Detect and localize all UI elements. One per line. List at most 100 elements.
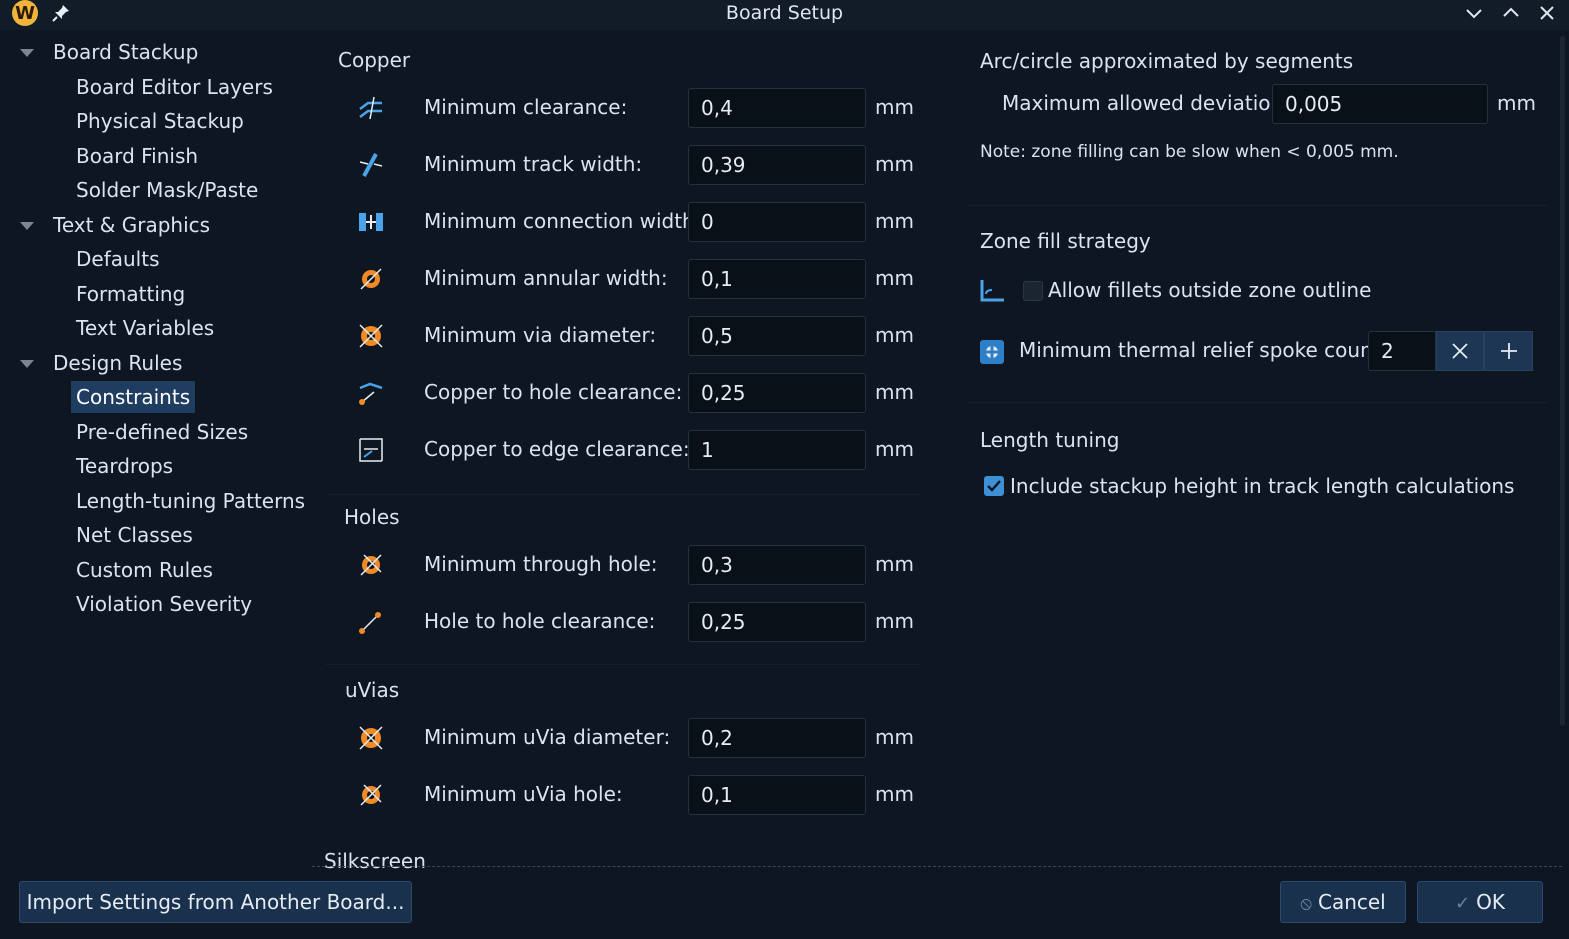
via-diameter-icon: [359, 324, 383, 348]
min-uvia-diameter-input[interactable]: 0,2: [688, 718, 866, 758]
spoke-increment-button[interactable]: [1484, 331, 1533, 371]
max-deviation-label: Maximum allowed deviation:: [1002, 91, 1290, 115]
clearance-icon: [359, 96, 382, 120]
tree-item-defaults[interactable]: Defaults: [76, 243, 160, 275]
window-title: Board Setup: [725, 2, 844, 24]
chevron-down-icon[interactable]: [20, 360, 34, 368]
cancel-button[interactable]: ⦸ Cancel: [1280, 881, 1406, 923]
min-uvia-diameter-unit: mm: [875, 725, 914, 749]
edge-clearance-icon: [359, 438, 383, 462]
tree-item-board-editor-layers[interactable]: Board Editor Layers: [76, 71, 273, 103]
close-x-icon: [1452, 343, 1468, 359]
tree-item-solder-mask-paste[interactable]: Solder Mask/Paste: [76, 174, 258, 206]
tree-item-design-rules[interactable]: Design Rules: [53, 347, 182, 379]
spoke-count-input[interactable]: 2: [1368, 331, 1436, 371]
stackup-height-checkbox[interactable]: [984, 476, 1004, 496]
tree-item-length-tuning-patterns[interactable]: Length-tuning Patterns: [76, 485, 305, 517]
tree-item-predefined-sizes[interactable]: Pre-defined Sizes: [76, 416, 248, 448]
tree-item-text-graphics[interactable]: Text & Graphics: [53, 209, 210, 241]
min-connection-width-input[interactable]: 0: [688, 202, 866, 242]
copper-edge-clearance-input[interactable]: 1: [688, 430, 866, 470]
cancel-label: Cancel: [1317, 890, 1386, 914]
arc-section-title: Arc/circle approximated by segments: [980, 49, 1354, 73]
copper-hole-clearance-icon: [359, 382, 383, 405]
min-via-diameter-label: Minimum via diameter:: [424, 323, 657, 347]
tree-item-physical-stackup[interactable]: Physical Stackup: [76, 105, 244, 137]
hole-to-hole-icon: [359, 612, 381, 634]
hole-to-hole-input[interactable]: 0,25: [688, 602, 866, 642]
settings-tree: Board Stackup Board Editor Layers Physic…: [8, 36, 308, 866]
tree-item-violation-severity[interactable]: Violation Severity: [76, 588, 252, 620]
min-through-hole-unit: mm: [875, 552, 914, 576]
zone-fill-note: Note: zone filling can be slow when < 0,…: [980, 142, 1399, 162]
ok-button[interactable]: ✓ OK: [1417, 881, 1543, 923]
allow-fillets-checkbox[interactable]: [1023, 281, 1043, 301]
chevron-down-icon[interactable]: [20, 49, 34, 57]
stackup-height-label: Include stackup height in track length c…: [1010, 474, 1515, 498]
min-via-diameter-unit: mm: [875, 323, 914, 347]
connection-width-icon: [359, 213, 383, 231]
min-uvia-hole-label: Minimum uVia hole:: [424, 782, 623, 806]
hole-to-hole-unit: mm: [875, 609, 914, 633]
min-uvia-hole-unit: mm: [875, 782, 914, 806]
section-divider: [966, 205, 1548, 206]
fillet-icon: [980, 280, 1004, 302]
cancel-icon: ⦸: [1300, 893, 1312, 914]
min-clearance-label: Minimum clearance:: [424, 95, 628, 119]
tree-item-net-classes[interactable]: Net Classes: [76, 519, 193, 551]
track-width-icon: [359, 153, 383, 177]
min-via-diameter-input[interactable]: 0,5: [688, 316, 866, 356]
section-divider: [966, 402, 1548, 403]
min-track-width-label: Minimum track width:: [424, 152, 643, 176]
copper-edge-clearance-unit: mm: [875, 437, 914, 461]
section-divider: [326, 664, 920, 665]
through-hole-icon: [360, 554, 382, 576]
min-annular-width-label: Minimum annular width:: [424, 266, 668, 290]
check-icon: ✓: [1455, 893, 1471, 914]
tree-item-board-stackup[interactable]: Board Stackup: [53, 36, 198, 68]
copper-hole-clearance-label: Copper to hole clearance:: [424, 380, 683, 404]
min-annular-width-input[interactable]: 0,1: [688, 259, 866, 299]
copper-edge-clearance-label: Copper to edge clearance:: [424, 437, 690, 461]
tree-item-teardrops[interactable]: Teardrops: [76, 450, 173, 482]
min-track-width-unit: mm: [875, 152, 914, 176]
plus-icon: [1500, 343, 1517, 359]
thermal-relief-icon: [980, 340, 1004, 364]
min-uvia-diameter-label: Minimum uVia diameter:: [424, 725, 671, 749]
maximize-icon[interactable]: [1500, 2, 1522, 24]
min-track-width-input[interactable]: 0,39: [688, 145, 866, 185]
copper-hole-clearance-input[interactable]: 0,25: [688, 373, 866, 413]
tree-item-text-variables[interactable]: Text Variables: [76, 312, 214, 344]
scrollbar[interactable]: [1560, 36, 1565, 726]
min-connection-width-label: Minimum connection width:: [424, 209, 702, 233]
length-tuning-section-title: Length tuning: [980, 428, 1120, 452]
min-annular-width-unit: mm: [875, 266, 914, 290]
spoke-decrement-button[interactable]: [1436, 331, 1484, 371]
checkmark-icon: [987, 480, 1001, 492]
min-through-hole-input[interactable]: 0,3: [688, 545, 866, 585]
min-uvia-hole-input[interactable]: 0,1: [688, 775, 866, 815]
close-icon[interactable]: [1536, 2, 1558, 24]
title-bar: W Board Setup: [0, 0, 1569, 30]
tree-item-board-finish[interactable]: Board Finish: [76, 140, 198, 172]
tree-item-formatting[interactable]: Formatting: [76, 278, 185, 310]
tree-item-custom-rules[interactable]: Custom Rules: [76, 554, 213, 586]
silkscreen-section-title: Silkscreen: [324, 849, 426, 873]
uvia-diameter-icon: [359, 726, 383, 750]
import-settings-button[interactable]: Import Settings from Another Board...: [19, 881, 412, 923]
tree-item-constraints[interactable]: Constraints: [71, 381, 196, 413]
allow-fillets-label: Allow fillets outside zone outline: [1048, 278, 1372, 302]
uvia-hole-icon: [360, 784, 382, 806]
min-clearance-input[interactable]: 0,4: [688, 88, 866, 128]
holes-section-title: Holes: [344, 505, 400, 529]
import-settings-label: Import Settings from Another Board...: [26, 890, 405, 914]
scroll-area-edge: [312, 866, 1562, 867]
section-divider: [326, 494, 920, 495]
max-deviation-input[interactable]: 0,005: [1272, 84, 1488, 124]
copper-section-title: Copper: [338, 48, 411, 72]
minimize-icon[interactable]: [1463, 2, 1485, 24]
max-deviation-unit: mm: [1497, 91, 1536, 115]
chevron-down-icon[interactable]: [20, 222, 34, 230]
spoke-count-label: Minimum thermal relief spoke count:: [1019, 338, 1388, 362]
ok-label: OK: [1476, 890, 1505, 914]
